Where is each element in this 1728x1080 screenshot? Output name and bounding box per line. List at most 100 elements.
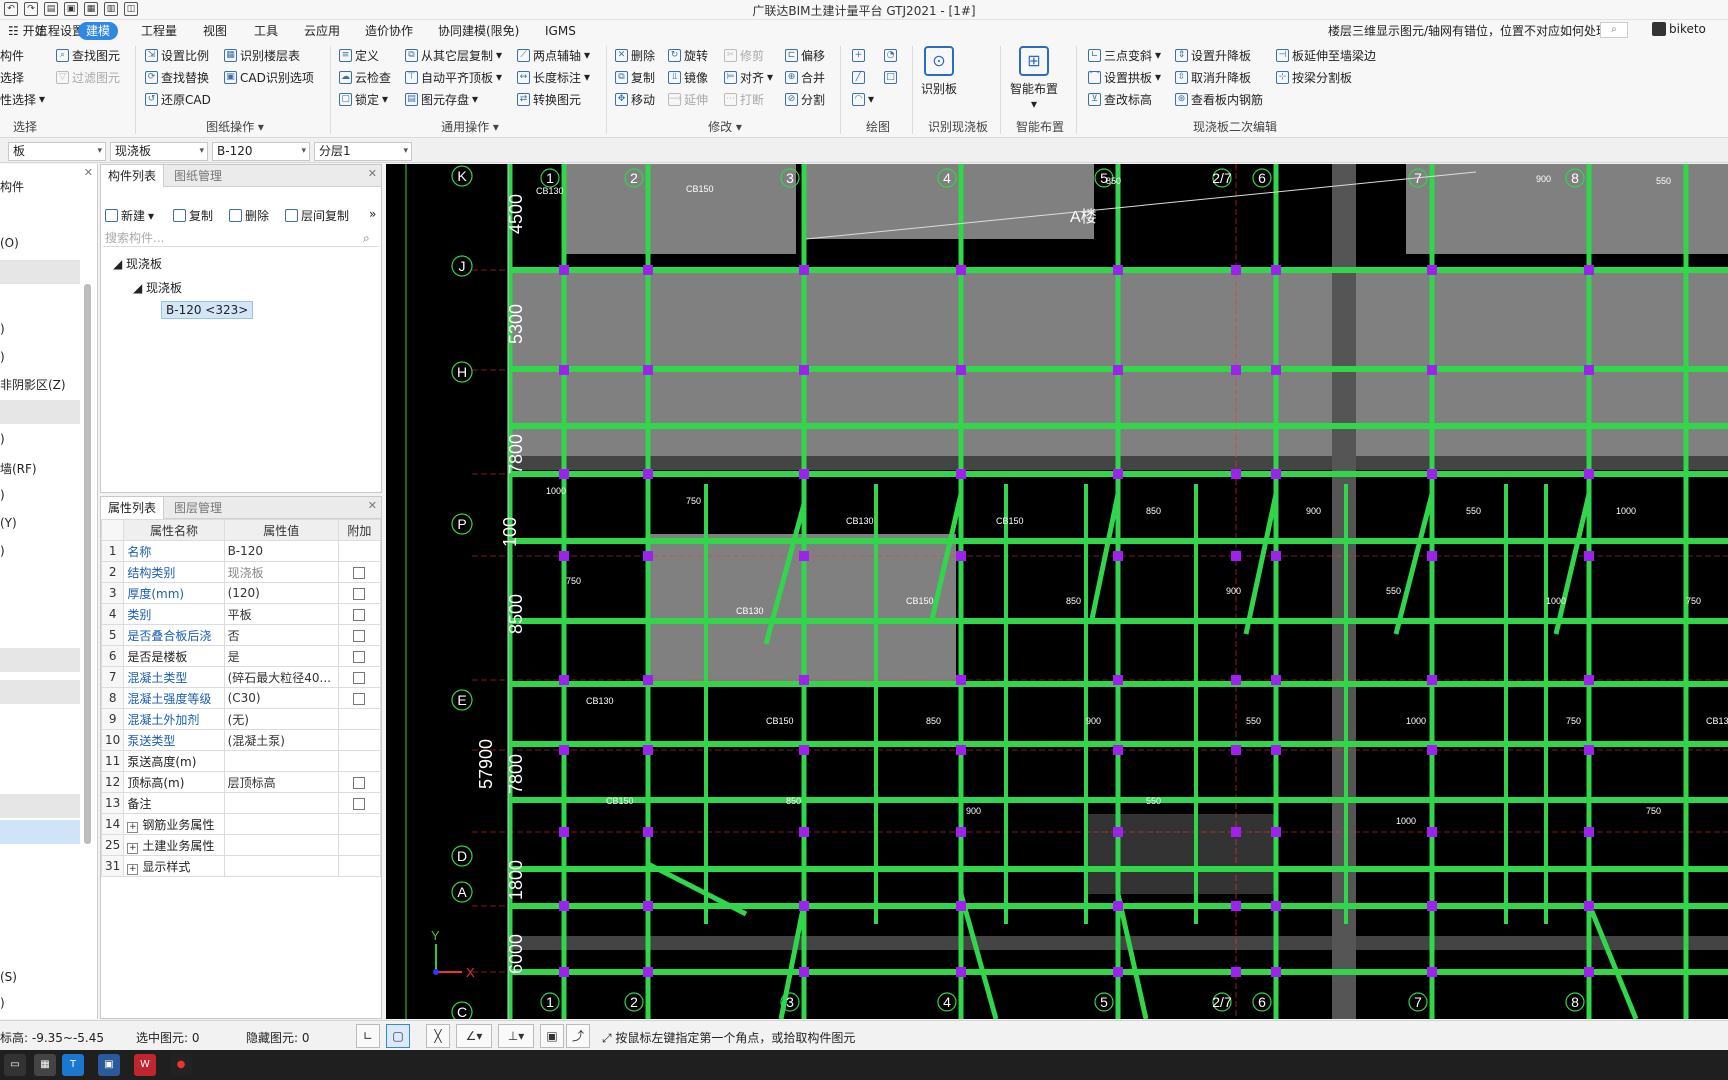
cross-toggle[interactable]: ╳ [426,1024,450,1048]
extra-checkbox[interactable] [353,608,366,621]
property-row[interactable]: 25 + 土建业务属性 [100,834,382,856]
property-row[interactable]: 10 泵送类型 (混凝土泵) [100,729,382,751]
rotate-point-icon[interactable]: ◔ [884,46,897,64]
extra-checkbox[interactable] [353,776,366,789]
property-value[interactable]: (碎石最大粒径40... [223,666,339,688]
nav-item-selected[interactable] [0,820,80,844]
nav-item-wall[interactable]: 墙(RF) [0,460,37,477]
align-button[interactable]: ⊨ 对齐 ▾ [724,68,773,86]
drawing-canvas[interactable]: 11223344552/72/7667788KJHPEDAC4500530078… [386,164,1728,1019]
nav-item[interactable]: ) [0,322,5,336]
auto-align-slab-button[interactable]: ⊤ 自动平齐顶板 ▾ [405,68,502,86]
tab-view[interactable]: 视图 [195,22,235,40]
extra-checkbox[interactable] [353,629,366,642]
set-scale-button[interactable]: ⇲ 设置比例 [145,46,209,64]
filter-element-button[interactable]: ▽ 过滤图元 [56,68,120,86]
nav-item[interactable]: ) [0,544,5,558]
cloud-check-button[interactable]: ☁ 云检查 [339,68,391,86]
tab-cloud[interactable]: 云应用 [296,22,348,40]
property-row[interactable]: 14 + 钢筋业务属性 [100,813,382,835]
tab-layer-management[interactable]: 图层管理 [167,497,229,519]
two-point-axis-button[interactable]: ⟋ 两点辅轴 ▾ [517,46,590,64]
point-draw-icon[interactable]: + [852,46,865,64]
select-mode-toggle[interactable]: ▢ [386,1024,410,1048]
define-button[interactable]: ≡ 定义 [339,46,379,64]
tree-node-cast-slab[interactable]: ◢ 现浇板 [113,255,162,272]
tab-cost-collab[interactable]: 造价协作 [357,22,421,40]
record-icon[interactable]: ● [170,1054,192,1076]
copy-from-floor-button[interactable]: ⧉ 从其它层复制 ▾ [405,46,502,64]
copy-component-button[interactable]: 复制 [173,207,213,224]
extra-checkbox[interactable] [353,650,366,663]
break-button[interactable]: ⋯ 打断 [724,90,764,108]
delete-button[interactable]: ✕ 删除 [615,46,655,64]
tab-property-list[interactable]: 属性列表 [101,497,165,519]
nav-item[interactable]: ) [0,996,5,1010]
ortho-toggle[interactable]: ∟ [356,1024,380,1048]
nav-item[interactable]: (Y) [0,516,17,530]
split-by-beam-button[interactable]: ⊹ 按梁分割板 [1276,68,1352,86]
property-row[interactable]: 3 厚度(mm) (120) [100,582,382,604]
extra-checkbox[interactable] [353,587,366,600]
tab-tools[interactable]: 工具 [246,22,286,40]
component-select[interactable]: B-120 [212,142,310,161]
property-value[interactable]: (120) [223,582,339,604]
property-row[interactable]: 12 顶标高(m) 层顶标高 [100,771,382,793]
three-point-slope-button[interactable]: ∟ 三点变斜 ▾ [1088,46,1161,64]
close-icon[interactable]: ✕ [368,167,377,180]
length-dim-button[interactable]: ↔ 长度标注 ▾ [517,68,590,86]
more-icon[interactable]: » [369,207,376,221]
property-value[interactable]: (无) [223,708,339,730]
help-question[interactable]: 楼层三维显示图元/轴网有错位，位置不对应如何处理? [1328,22,1614,39]
property-row[interactable]: 7 混凝土类型 (碎石最大粒径40... [100,666,382,688]
gtj-app-icon[interactable]: T [62,1054,84,1076]
property-value[interactable]: 否 [223,624,339,646]
extend-slab-button[interactable]: ⊣ 板延伸至墙梁边 [1276,46,1376,64]
explorer-icon[interactable]: ▭ [4,1054,26,1076]
expand-icon[interactable]: + [127,821,139,833]
nav-item[interactable]: (O) [0,236,19,250]
line-draw-icon[interactable]: ╱ [852,68,865,86]
property-value[interactable] [223,792,339,814]
set-arch-slab-button[interactable]: ⌒ 设置拱板 ▾ [1088,68,1161,86]
expand-icon[interactable]: + [127,842,139,854]
move-button[interactable]: ✥ 移动 [615,90,655,108]
track-toggle[interactable]: ⤴ [566,1024,590,1048]
category-select[interactable]: 板 [8,142,106,161]
property-row[interactable]: 11 泵送高度(m) [100,750,382,772]
delete-component-button[interactable]: 删除 [229,207,269,224]
tab-collab-modeling[interactable]: 协同建模(限免) [430,22,527,40]
find-replace-button[interactable]: ⟳ 查找替换 [145,68,209,86]
calculator-icon[interactable]: ▦ [34,1054,56,1076]
rotate-button[interactable]: ↻ 旋转 [668,46,708,64]
save-element-button[interactable]: ▤ 图元存盘 ▾ [405,90,478,108]
rect-draw-icon[interactable]: □ [884,68,897,86]
tab-component-list[interactable]: 构件列表 [101,165,165,187]
arc-draw-icon[interactable]: ◠ ▾ [852,90,874,108]
extra-checkbox[interactable] [353,692,366,705]
tree-node-b120[interactable]: B-120 <323> [161,301,254,319]
tab-igms[interactable]: IGMS [537,22,584,40]
property-value[interactable] [223,834,339,856]
property-value[interactable] [223,750,339,772]
extra-checkbox[interactable] [353,797,366,810]
merge-button[interactable]: ⊕ 合并 [785,68,825,86]
restore-cad-button[interactable]: ↺ 还原CAD [145,90,211,108]
snap-toggle[interactable]: ⊥▾ [498,1024,534,1048]
recognize-slab-button[interactable]: ⊙ 识别板 [918,46,960,97]
close-icon[interactable]: ✕ [84,166,93,179]
dynamic-input-toggle[interactable]: ▣ [540,1024,564,1048]
nav-item[interactable]: 构件 [0,178,24,195]
property-value[interactable]: (混凝土泵) [223,729,339,751]
offset-button[interactable]: ⊏ 偏移 [785,46,825,64]
search-icon[interactable]: ⌕ [1600,22,1628,38]
smart-layout-button[interactable]: ⊞ 智能布置 ▾ [1006,46,1062,111]
search-icon[interactable]: ⌕ [363,231,370,246]
nav-item[interactable]: ) [0,432,5,446]
close-icon[interactable]: ✕ [368,499,377,512]
convert-element-button[interactable]: ⇄ 转换图元 [517,90,581,108]
recognize-floor-table-button[interactable]: ▦ 识别楼层表 [224,46,300,64]
copy-button[interactable]: ⧉ 复制 [615,68,655,86]
property-value[interactable]: B-120 [223,540,339,562]
property-row[interactable]: 6 是否是楼板是 [100,645,382,667]
